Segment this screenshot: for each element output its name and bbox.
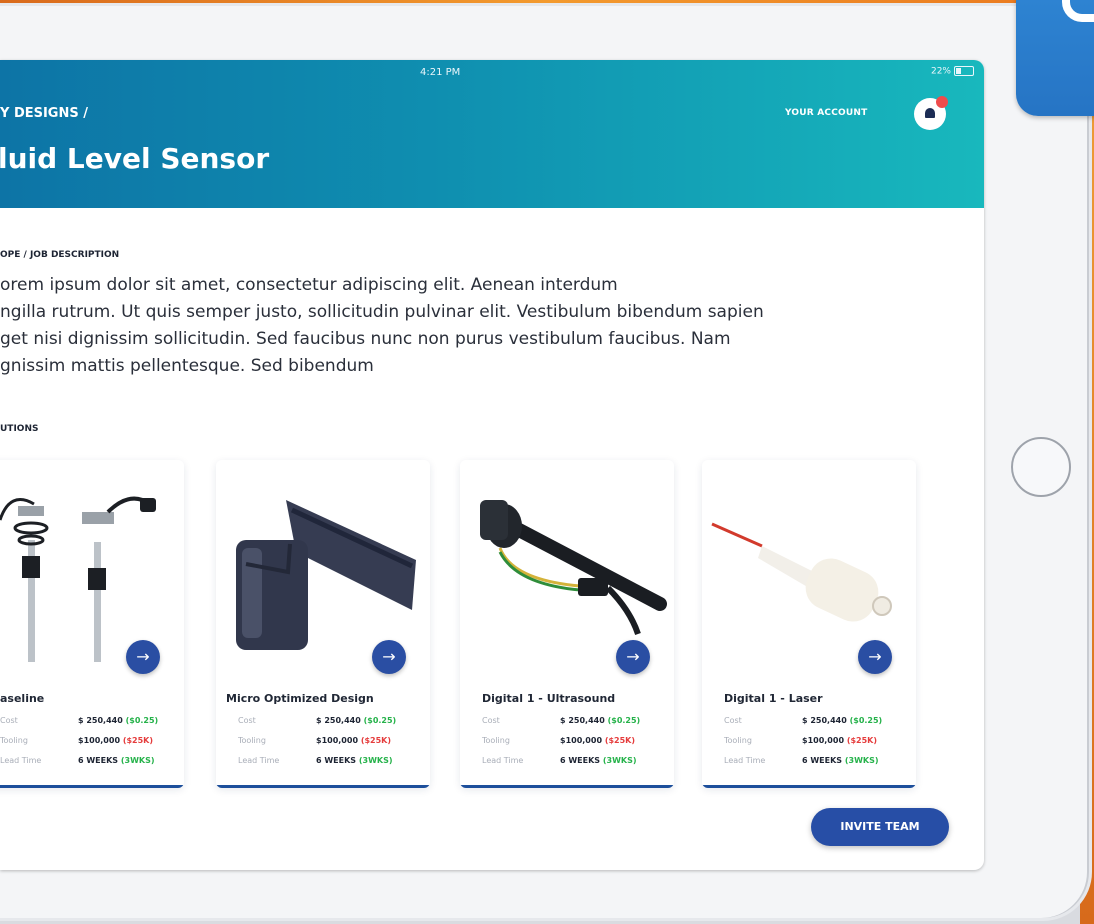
lead-time-row: Lead Time 6 WEEKS (3WKS) xyxy=(0,756,155,765)
open-solution-button[interactable]: → xyxy=(858,640,892,674)
card-underline xyxy=(0,785,184,788)
cost-row: Cost $ 250,440 ($0.25) xyxy=(724,716,882,725)
solution-card-micro-optimized[interactable]: → Micro Optimized Design Cost $ 250,440 (… xyxy=(216,460,430,788)
cost-value: $ 250,440 xyxy=(560,716,605,725)
lead-time-row: Lead Time 6 WEEKS (3WKS) xyxy=(482,756,637,765)
tooling-value: $100,000 xyxy=(560,736,603,745)
tooling-row: Tooling $100,000 ($25K) xyxy=(0,736,153,745)
card-underline xyxy=(702,785,916,788)
solution-title: aseline xyxy=(0,692,45,705)
logo-icon xyxy=(1062,0,1094,22)
lead-time-delta: (3WKS) xyxy=(358,756,393,765)
status-battery: 22% xyxy=(931,66,974,77)
tooling-value: $100,000 xyxy=(316,736,359,745)
solution-card-ultrasound[interactable]: → Digital 1 - Ultrasound Cost $ 250,440 (… xyxy=(460,460,674,788)
tooling-delta: ($25K) xyxy=(122,736,154,745)
lead-time-value: 6 WEEKS xyxy=(802,756,843,765)
open-solution-button[interactable]: → xyxy=(372,640,406,674)
solution-card-baseline[interactable]: → aseline Cost $ 250,440 ($0.25) Tooling $… xyxy=(0,460,184,788)
open-solution-button[interactable]: → xyxy=(616,640,650,674)
tooling-label: Tooling xyxy=(724,736,752,745)
cost-row: Cost $ 250,440 ($0.25) xyxy=(0,716,158,725)
tooling-delta: ($25K) xyxy=(360,736,392,745)
battery-icon xyxy=(954,66,974,76)
lead-time-delta: (3WKS) xyxy=(844,756,879,765)
cost-label: Cost xyxy=(724,716,742,725)
solution-card-laser[interactable]: → Digital 1 - Laser Cost $ 250,440 ($0.25… xyxy=(702,460,916,788)
notifications-button[interactable] xyxy=(914,96,948,130)
lead-time-label: Lead Time xyxy=(482,756,524,765)
tooling-label: Tooling xyxy=(482,736,510,745)
lead-time-row: Lead Time 6 WEEKS (3WKS) xyxy=(238,756,393,765)
tooling-label: Tooling xyxy=(238,736,266,745)
tooling-label: Tooling xyxy=(0,736,28,745)
tooling-row: Tooling $100,000 ($25K) xyxy=(238,736,391,745)
cost-label: Cost xyxy=(482,716,500,725)
description-line: ngilla rutrum. Ut quis semper justo, sol… xyxy=(0,302,764,322)
lead-time-value: 6 WEEKS xyxy=(78,756,119,765)
bell-icon xyxy=(925,108,935,118)
battery-percent: 22% xyxy=(930,66,951,77)
app-logo-tab xyxy=(1016,0,1094,116)
description-line: orem ipsum dolor sit amet, consectetur a… xyxy=(0,275,618,295)
page-title: luid Level Sensor xyxy=(0,142,270,175)
breadcrumb[interactable]: Y DESIGNS / xyxy=(0,106,88,121)
cost-delta: ($0.25) xyxy=(607,716,641,725)
lead-time-label: Lead Time xyxy=(238,756,280,765)
lead-time-label: Lead Time xyxy=(724,756,766,765)
cost-row: Cost $ 250,440 ($0.25) xyxy=(238,716,396,725)
your-account-link[interactable]: YOUR ACCOUNT xyxy=(785,108,867,118)
tooling-value: $100,000 xyxy=(78,736,121,745)
solutions-label: UTIONS xyxy=(0,424,39,434)
home-button[interactable] xyxy=(1011,437,1071,497)
cost-label: Cost xyxy=(238,716,256,725)
lead-time-label: Lead Time xyxy=(0,756,42,765)
cost-delta: ($0.25) xyxy=(363,716,397,725)
description-line: get nisi dignissim sollicitudin. Sed fau… xyxy=(0,329,731,349)
tooling-row: Tooling $100,000 ($25K) xyxy=(482,736,635,745)
tooling-delta: ($25K) xyxy=(604,736,636,745)
invite-team-button[interactable]: INVITE TEAM xyxy=(811,808,949,846)
open-solution-button[interactable]: → xyxy=(126,640,160,674)
cost-value: $ 250,440 xyxy=(802,716,847,725)
notification-badge xyxy=(936,96,948,108)
cost-value: $ 250,440 xyxy=(316,716,361,725)
cost-value: $ 250,440 xyxy=(78,716,123,725)
lead-time-delta: (3WKS) xyxy=(120,756,155,765)
cost-label: Cost xyxy=(0,716,18,725)
card-underline xyxy=(216,785,430,788)
tooling-value: $100,000 xyxy=(802,736,845,745)
cost-row: Cost $ 250,440 ($0.25) xyxy=(482,716,640,725)
solution-title: Digital 1 - Laser xyxy=(724,692,823,705)
lead-time-value: 6 WEEKS xyxy=(316,756,357,765)
cost-delta: ($0.25) xyxy=(125,716,159,725)
lead-time-row: Lead Time 6 WEEKS (3WKS) xyxy=(724,756,879,765)
description-line: gnissim mattis pellentesque. Sed bibendu… xyxy=(0,356,374,376)
tooling-delta: ($25K) xyxy=(846,736,878,745)
status-time: 4:21 PM xyxy=(420,67,461,78)
scope-description: orem ipsum dolor sit amet, consectetur a… xyxy=(0,272,900,380)
scope-label: OPE / JOB DESCRIPTION xyxy=(0,250,120,260)
app-screen: 4:21 PM 22% Y DESIGNS / luid Level Senso… xyxy=(0,60,984,870)
lead-time-value: 6 WEEKS xyxy=(560,756,601,765)
cost-delta: ($0.25) xyxy=(849,716,883,725)
tooling-row: Tooling $100,000 ($25K) xyxy=(724,736,877,745)
card-underline xyxy=(460,785,674,788)
header: 4:21 PM 22% Y DESIGNS / luid Level Senso… xyxy=(0,60,984,208)
solution-title: Micro Optimized Design xyxy=(226,692,374,705)
solution-title: Digital 1 - Ultrasound xyxy=(482,692,616,705)
lead-time-delta: (3WKS) xyxy=(602,756,637,765)
